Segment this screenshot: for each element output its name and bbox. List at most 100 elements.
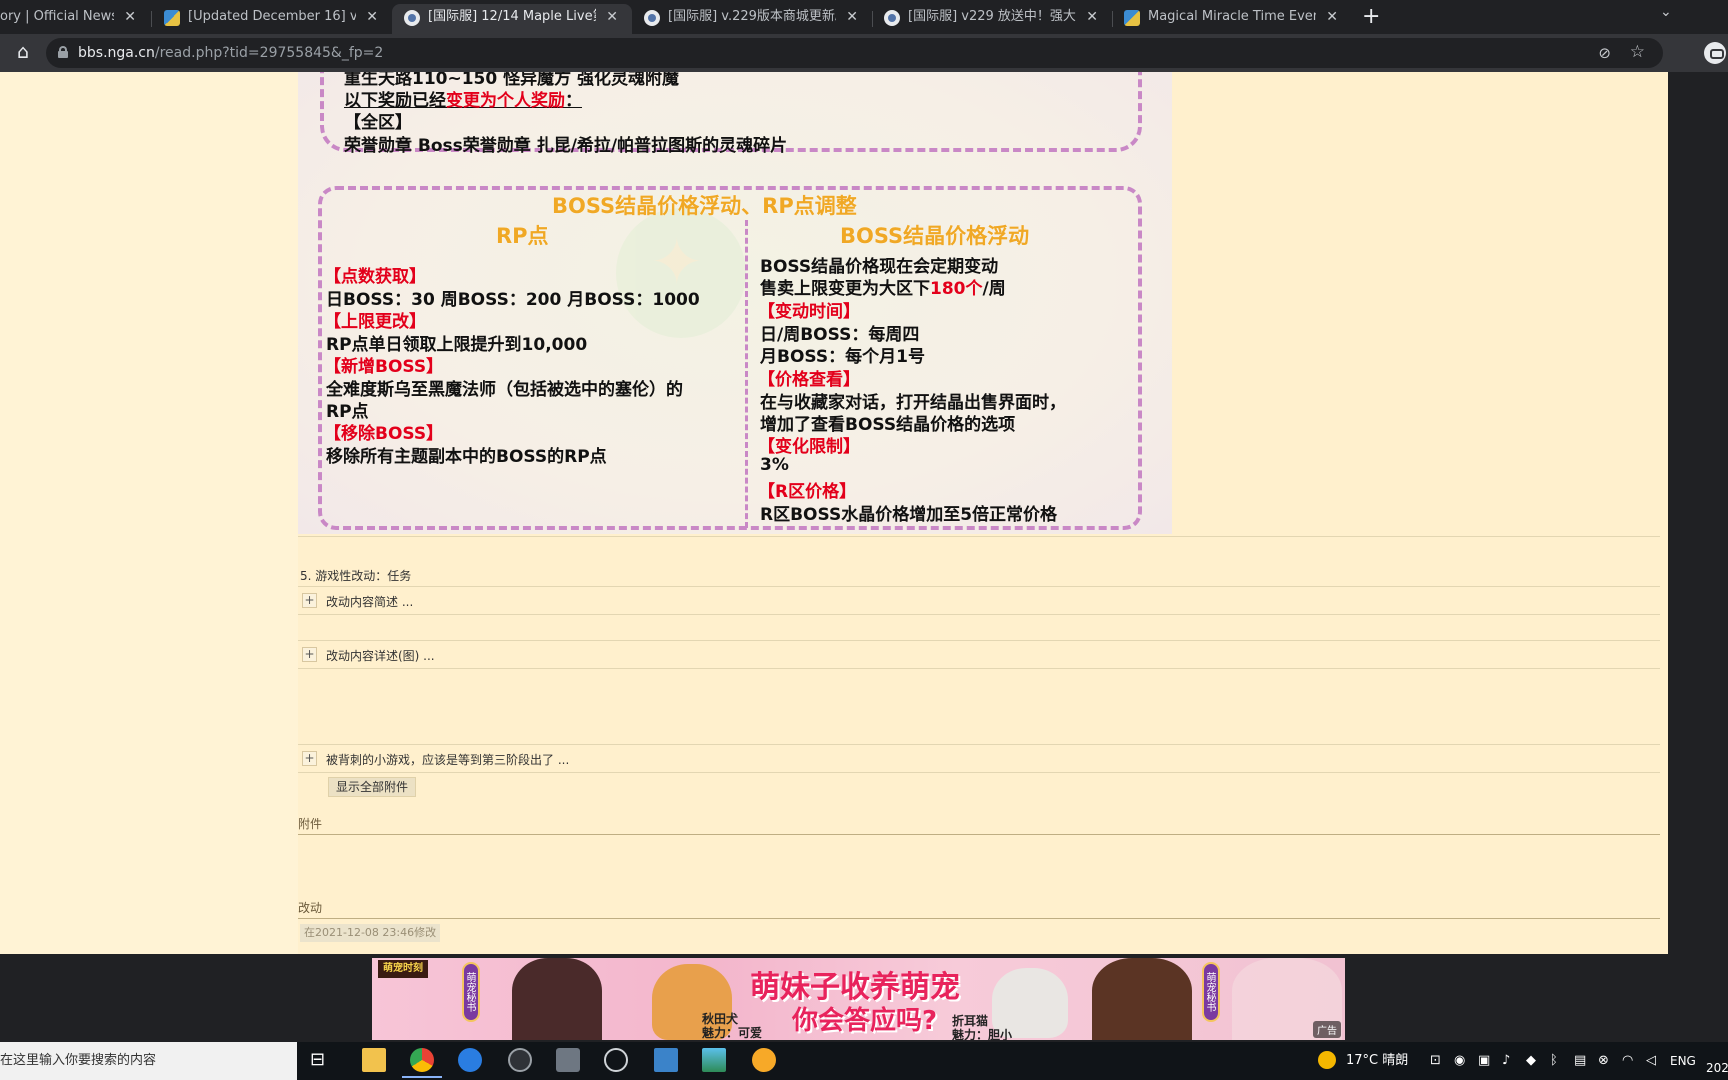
tracking-blocked-eye-icon[interactable]: ⊘ (1598, 44, 1611, 62)
file-explorer-icon[interactable] (362, 1048, 386, 1072)
ad-logo: 萌宠时刻 (378, 960, 428, 978)
ad-subline: 你会答应吗? (792, 1006, 938, 1036)
collapse-label[interactable]: 被背刺的小游戏，应该是等到第三阶段出了 ... (326, 751, 569, 768)
taskbar-clock[interactable]: 202 (1706, 1056, 1728, 1080)
patch-notes-image: 重生天路110~150 怪异魔方 强化灵魂附魔 以下奖励已经变更为个人奖励： 【… (298, 72, 1172, 534)
image-red-heading: 【变动时间】 (758, 302, 860, 322)
section-heading-quests: 5. 游戏性改动：任务 (300, 569, 412, 583)
calculator-icon[interactable] (556, 1048, 580, 1072)
new-tab-button[interactable]: + (1362, 4, 1380, 30)
image-section-title: BOSS结晶价格浮动、RP点调整 (552, 194, 857, 218)
close-icon[interactable]: ✕ (846, 4, 858, 30)
tray-app-icon[interactable]: ⊗ (1598, 1042, 1609, 1080)
image-text-line: 3% (760, 455, 789, 475)
image-text-line: 移除所有主题副本中的BOSS的RP点 (326, 447, 607, 467)
url-text[interactable]: bbs.nga.cn/read.php?tid=29755845&_fp=2 (78, 38, 383, 68)
show-all-attachments-button[interactable]: 显示全部附件 (328, 777, 417, 797)
close-icon[interactable]: ✕ (366, 4, 378, 30)
taskbar-search-input[interactable]: 在这里输入你要搜索的内容 (0, 1042, 297, 1080)
tab-magical-miracle[interactable]: Magical Miracle Time Event | M ✕ (1112, 4, 1352, 34)
tray-app-icon[interactable]: ▣ (1478, 1042, 1490, 1080)
wifi-icon[interactable]: ◠ (1622, 1042, 1633, 1080)
divider-line (298, 640, 1660, 641)
collapse-summary[interactable]: + 改动内容简述 ... (298, 589, 1660, 613)
nga-favicon-icon (884, 10, 900, 26)
expand-plus-icon[interactable]: + (302, 751, 317, 766)
chrome-icon[interactable] (402, 1048, 442, 1078)
divider-line (298, 772, 1660, 773)
divider-line (298, 586, 1660, 587)
ad-character-image (512, 958, 602, 1040)
image-viewer-icon[interactable] (702, 1048, 726, 1072)
tray-app-icon[interactable]: ⊡ (1430, 1042, 1441, 1080)
tab-search-chevron-icon[interactable]: ⌄ (1660, 4, 1672, 20)
image-text-line: 全难度斯乌至黑魔法师（包括被选中的塞伦）的 (326, 380, 683, 400)
close-icon[interactable]: ✕ (1086, 4, 1098, 30)
tray-app-icon[interactable]: ◉ (1454, 1042, 1465, 1080)
messenger-app-icon[interactable] (458, 1048, 482, 1072)
browser-toolbar: ⌂ bbs.nga.cn/read.php?tid=29755845&_fp=2… (0, 34, 1728, 72)
browser-tab-strip: ory | Official News ✕ [Updated December … (0, 0, 1728, 34)
ad-cat-stat: 魅力：胆小 (952, 1028, 1013, 1040)
image-red-heading: 【变化限制】 (758, 437, 860, 457)
image-red-heading: 【价格查看】 (758, 370, 860, 390)
obs-icon[interactable] (508, 1048, 532, 1072)
network-app-icon[interactable] (604, 1048, 628, 1072)
input-language-indicator[interactable]: ENG (1670, 1042, 1696, 1080)
tab-title: Magical Miracle Time Event | M (1148, 9, 1316, 24)
weather-sun-icon[interactable] (1318, 1051, 1336, 1069)
ad-tag-right: 萌宠秘书 (1202, 962, 1220, 1022)
game-launcher-icon[interactable] (752, 1048, 776, 1072)
tray-app-icon[interactable]: ▤ (1574, 1042, 1586, 1080)
tab-title: [国际服] 12/14 Maple Live第2期 (428, 9, 596, 24)
image-red-heading: 【移除BOSS】 (324, 424, 444, 444)
tab-v229-live[interactable]: [国际服] v229 放送中！强大的象 ✕ (872, 4, 1112, 34)
ad-banner[interactable]: 萌宠时刻 萌宠秘书 萌妹子收养萌宠 你会答应吗? 秋田犬 魅力：可爱 折耳猫 魅… (372, 958, 1345, 1040)
tab-cash-shop-preview[interactable]: [国际服] v.229版本商城更新剧透 ✕ (632, 4, 872, 34)
url-host: bbs.nga.cn (78, 45, 155, 61)
address-bar[interactable]: bbs.nga.cn/read.php?tid=29755845&_fp=2 ⊘… (46, 38, 1663, 68)
edit-history-label: 改动 (298, 901, 323, 915)
tab-updated-december[interactable]: [Updated December 16] v.229 ✕ (152, 4, 392, 34)
remote-desktop-icon[interactable] (654, 1048, 678, 1072)
bookmark-star-icon[interactable]: ☆ (1630, 42, 1645, 62)
image-right-heading: BOSS结晶价格浮动 (840, 224, 1030, 248)
image-highlight-text: 180个 (930, 279, 983, 299)
collapse-minigame[interactable]: + 被背刺的小游戏，应该是等到第三阶段出了 ... (298, 747, 1660, 771)
news-favicon-icon (164, 10, 180, 26)
bluetooth-icon[interactable]: ᛒ (1550, 1042, 1558, 1080)
close-icon[interactable]: ✕ (124, 4, 136, 30)
collapse-label[interactable]: 改动内容详述(图) ... (326, 647, 435, 664)
image-text-line: 售卖上限变更为大区下180个/周 (760, 274, 1006, 299)
attachments-divider (298, 834, 1660, 835)
expand-plus-icon[interactable]: + (302, 593, 317, 608)
image-text-line: 荣誉勋章 Boss荣誉勋章 扎昆/希拉/帕普拉图斯的灵魂碎片 (344, 136, 788, 156)
volume-icon[interactable]: ◁ (1646, 1042, 1656, 1080)
image-text-line: 月BOSS：每个月1号 (760, 347, 925, 367)
image-red-heading: 【上限更改】 (324, 312, 426, 332)
image-left-heading: RP点 (496, 224, 549, 248)
collapse-details-image[interactable]: + 改动内容详述(图) ... (298, 643, 1660, 667)
home-icon[interactable]: ⌂ (10, 40, 36, 66)
close-icon[interactable]: ✕ (1326, 4, 1338, 30)
expand-plus-icon[interactable]: + (302, 647, 317, 662)
windows-taskbar: 在这里输入你要搜索的内容 ⊟ 17°C 晴朗 ⊡ ◉ ▣ ♪ ◆ ᛒ ▤ ⊗ ◠… (0, 1042, 1728, 1080)
image-red-heading: 【R区价格】 (758, 482, 857, 502)
page-scroll-gutter[interactable] (1668, 72, 1728, 954)
incognito-profile-icon[interactable] (1704, 42, 1726, 64)
ad-side-area (0, 954, 372, 1042)
edit-timestamp: 在2021-12-08 23:46修改 (300, 924, 441, 942)
tab-title: [Updated December 16] v.229 (188, 9, 356, 24)
close-icon[interactable]: ✕ (606, 4, 618, 30)
microphone-icon[interactable]: ♪ (1502, 1042, 1510, 1080)
tray-app-icon[interactable]: ◆ (1526, 1042, 1536, 1080)
lock-icon[interactable] (58, 46, 68, 58)
task-view-icon[interactable]: ⊟ (310, 1048, 334, 1072)
tab-maple-live-active[interactable]: [国际服] 12/14 Maple Live第2期 ✕ (392, 4, 632, 34)
image-text-line: 【全区】 (344, 113, 412, 133)
ad-label[interactable]: 广告 (1313, 1021, 1341, 1038)
tab-official-news[interactable]: ory | Official News ✕ (0, 4, 150, 34)
collapse-label[interactable]: 改动内容简述 ... (326, 593, 413, 610)
divider-line (298, 536, 1660, 537)
weather-text[interactable]: 17°C 晴朗 (1346, 1042, 1408, 1080)
